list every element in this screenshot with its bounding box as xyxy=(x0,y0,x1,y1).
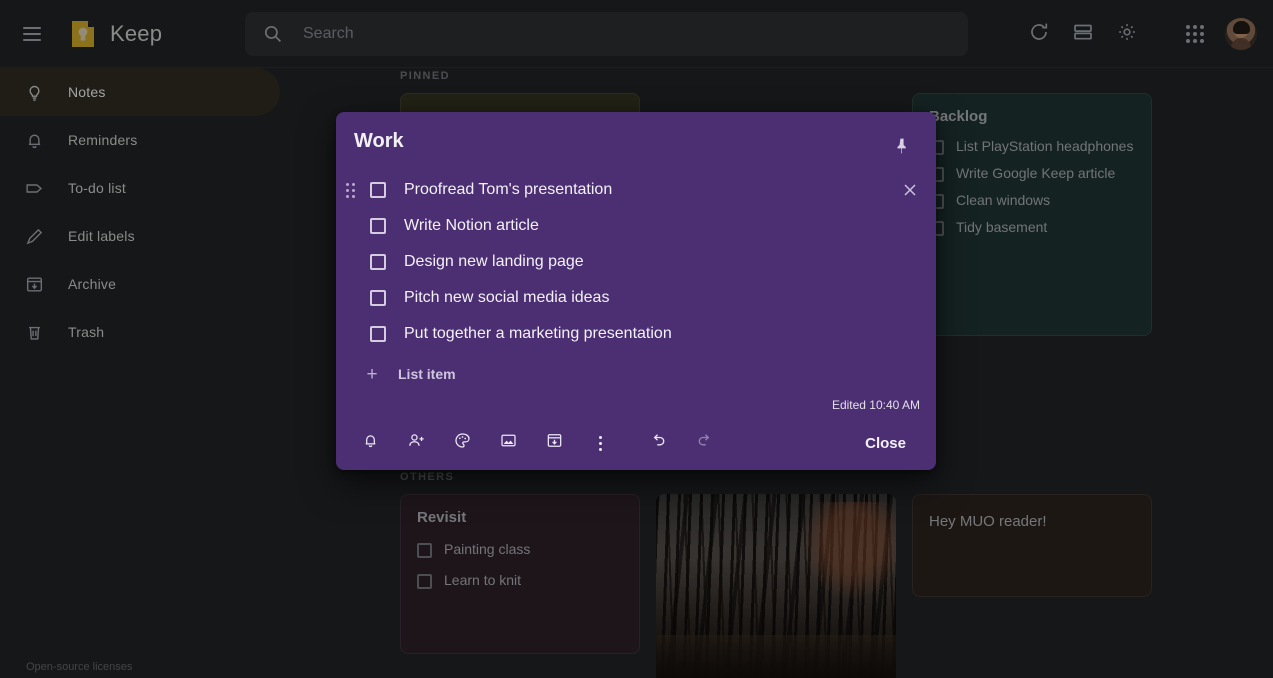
checkbox-icon[interactable] xyxy=(370,182,386,198)
modal-title-row: Work xyxy=(336,112,936,166)
remove-item-icon[interactable] xyxy=(898,178,922,202)
modal-list-item[interactable]: Write Notion article xyxy=(336,208,936,244)
undo-button[interactable] xyxy=(638,423,678,463)
note-editor-modal: Work Proofread Tom's presentation Write … xyxy=(336,112,936,470)
add-list-item-label: List item xyxy=(398,366,456,382)
modal-list-item-text[interactable]: Pitch new social media ideas xyxy=(404,289,922,307)
modal-list-item[interactable]: Design new landing page xyxy=(336,244,936,280)
background-options-button[interactable] xyxy=(442,423,482,463)
more-options-button[interactable] xyxy=(580,423,620,463)
add-list-item-button[interactable]: + List item xyxy=(336,356,936,392)
modal-list-item[interactable]: Proofread Tom's presentation xyxy=(336,172,936,208)
more-vertical-icon xyxy=(598,435,602,451)
undo-icon xyxy=(649,431,668,455)
checkbox-icon[interactable] xyxy=(370,254,386,270)
archive-icon xyxy=(545,431,564,455)
modal-list-item-text[interactable]: Write Notion article xyxy=(404,217,922,235)
modal-list-item[interactable]: Pitch new social media ideas xyxy=(336,280,936,316)
pin-filled-icon xyxy=(892,136,912,161)
modal-list-item-text[interactable]: Design new landing page xyxy=(404,253,922,271)
checkbox-icon[interactable] xyxy=(370,326,386,342)
plus-icon: + xyxy=(366,363,378,385)
add-image-button[interactable] xyxy=(488,423,528,463)
bell-icon xyxy=(361,431,380,455)
note-title-input[interactable]: Work xyxy=(354,130,884,153)
drag-handle-icon[interactable] xyxy=(336,182,364,198)
checkbox-icon[interactable] xyxy=(370,290,386,306)
modal-list-item[interactable]: Put together a marketing presentation xyxy=(336,316,936,352)
collaborator-button[interactable] xyxy=(396,423,436,463)
modal-checklist: Proofread Tom's presentation Write Notio… xyxy=(336,166,936,392)
remind-me-button[interactable] xyxy=(350,423,390,463)
checkbox-icon[interactable] xyxy=(370,218,386,234)
pin-note-button[interactable] xyxy=(884,130,920,166)
palette-icon xyxy=(453,431,472,455)
image-icon xyxy=(499,431,518,455)
modal-footer-toolbar: Close xyxy=(336,416,936,470)
close-button[interactable]: Close xyxy=(851,427,920,460)
redo-icon xyxy=(695,431,714,455)
person-add-icon xyxy=(407,431,426,455)
archive-button[interactable] xyxy=(534,423,574,463)
modal-list-item-text[interactable]: Proofread Tom's presentation xyxy=(404,181,898,199)
edited-timestamp: Edited 10:40 AM xyxy=(831,398,920,412)
modal-list-item-text[interactable]: Put together a marketing presentation xyxy=(404,325,922,343)
redo-button[interactable] xyxy=(684,423,724,463)
keep-app-window: Keep Search Notes Reminders To-do list E… xyxy=(0,0,1273,678)
